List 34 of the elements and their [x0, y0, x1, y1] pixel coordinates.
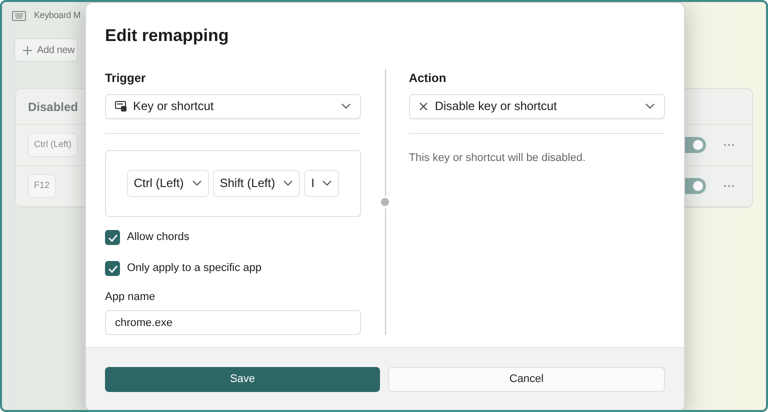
- checkbox[interactable]: [105, 261, 120, 276]
- cancel-button[interactable]: Cancel: [388, 367, 665, 392]
- field-label: App name: [105, 290, 156, 304]
- trigger-dropdown[interactable]: Key or shortcut: [105, 94, 362, 118]
- key-chip: F12: [28, 174, 56, 198]
- section-label: Action: [408, 70, 448, 86]
- chevron-down-icon: [322, 180, 332, 186]
- dialog-title: Edit remapping: [105, 25, 230, 47]
- action-dropdown[interactable]: Disable key or shortcut: [408, 94, 665, 118]
- keyboard-icon: [115, 100, 127, 112]
- app-name-field[interactable]: chrome.exe: [105, 310, 362, 335]
- section-label: Trigger: [105, 70, 147, 86]
- add-new-button[interactable]: Add new: [14, 38, 78, 62]
- key-dropdown[interactable]: Shift (Left): [212, 170, 300, 196]
- plus-icon: [23, 46, 32, 54]
- checkbox[interactable]: [105, 230, 120, 245]
- check-icon: [108, 234, 118, 242]
- handle-icon[interactable]: [381, 198, 389, 206]
- checkbox-label: Allow chords: [127, 230, 190, 246]
- key-dropdown[interactable]: I: [304, 170, 340, 196]
- save-button[interactable]: Save: [105, 367, 380, 392]
- key-dropdown[interactable]: Ctrl (Left): [126, 170, 209, 196]
- check-icon: [108, 264, 118, 272]
- checkbox-label: Only apply to a specific app: [127, 261, 262, 276]
- close-icon: [418, 102, 428, 110]
- keyboard-icon: [12, 11, 26, 21]
- chevron-down-icon: [192, 180, 202, 186]
- chevron-down-icon: [645, 103, 655, 109]
- action-description: This key or shortcut will be disabled.: [408, 150, 587, 166]
- list-header: Disabled: [28, 98, 78, 116]
- chevron-down-icon: [283, 180, 294, 186]
- window-title: Keyboard M: [34, 9, 81, 22]
- chevron-down-icon: [341, 103, 352, 109]
- key-chip: Ctrl (Left): [28, 133, 78, 157]
